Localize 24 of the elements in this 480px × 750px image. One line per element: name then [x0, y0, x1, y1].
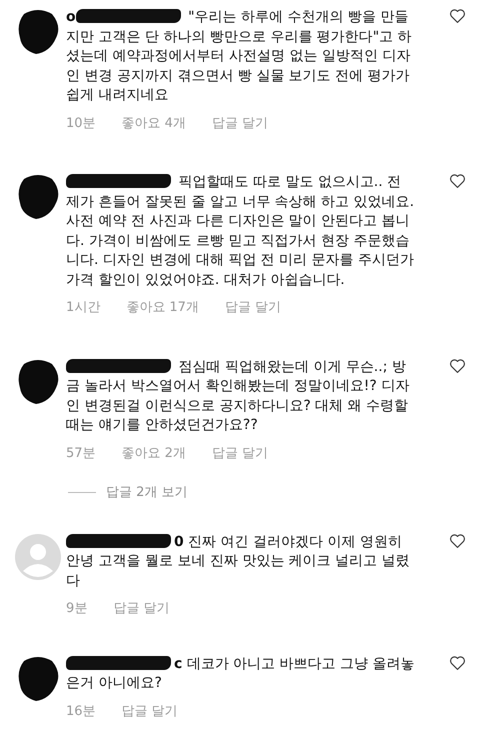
heart-icon[interactable]: [449, 173, 466, 189]
heart-icon[interactable]: [449, 8, 466, 24]
reply-link[interactable]: 답글 달기: [122, 702, 178, 721]
comment-text: o "우리는 하루에 수천개의 빵을 만들지만 고객은 단 하나의 빵만으로 우리를 평가한다"고 하셨는데 예약과정에서부터 사전설명 없는 일방적인 디자인 변경 공지까지 겪으면서 빵 실물 보기도 전에 평가가 쉽게 내려지네요: [66, 8, 413, 105]
comment-time: 57분: [66, 444, 96, 462]
comment-text: 픽업할때도 따로 말도 없으시고.. 전 제가 흔들어 잘못된 줄 알고 너무 속상해 하고 있었네요. 사전 예약 전 사진과 다른 디자인은 말이 안된다고 봅니다. 가격이 비쌈에도 르빵 믿고 직접가서 현장 주문했습니다. 디자인 변경에 대해 픽업 전 미리 문자를 주시던가 가격 할인이 있었어야죠. 대처가 아쉽습니다.: [66, 173, 416, 290]
heart-icon[interactable]: [449, 532, 466, 548]
reply-link[interactable]: 답글 달기: [113, 599, 170, 618]
comment-text: 점심때 픽업해왔는데 이게 무슨..; 방금 놀라서 박스열어서 확인해봤는데 정말이네요!? 디자인 변경된걸 이런식으로 공지하다니요? 대체 왜 수령할때는 얘기를 안하셨던건가요??: [66, 358, 410, 435]
reply-link[interactable]: 답글 달기: [212, 444, 268, 463]
view-replies-link[interactable]: 답글 2개 보기: [106, 483, 188, 502]
likes-count[interactable]: 좋아요 4개: [122, 114, 186, 133]
comment-time: 10분: [66, 114, 96, 132]
comment-time: 16분: [66, 702, 96, 720]
heart-icon[interactable]: [449, 358, 466, 374]
likes-count[interactable]: 좋아요 2개: [122, 444, 186, 463]
comment-time: 1시간: [66, 299, 100, 317]
reply-link[interactable]: 답글 달기: [224, 298, 282, 318]
comment-text: c 데코가 아니고 바쁘다고 그냥 올려놓은거 아니에요?: [66, 654, 416, 693]
heart-icon[interactable]: [449, 654, 466, 670]
reply-link[interactable]: 답글 달기: [212, 114, 268, 133]
likes-count[interactable]: 좋아요 17개: [126, 298, 199, 318]
comment-text: 0 진짜 여긴 걸러야겠다 이제 영원히 안녕 고객을 뭘로 보네 진짜 맛있는 케이크 널리고 널렸다: [66, 532, 411, 590]
comment-time: 9분: [66, 600, 88, 618]
